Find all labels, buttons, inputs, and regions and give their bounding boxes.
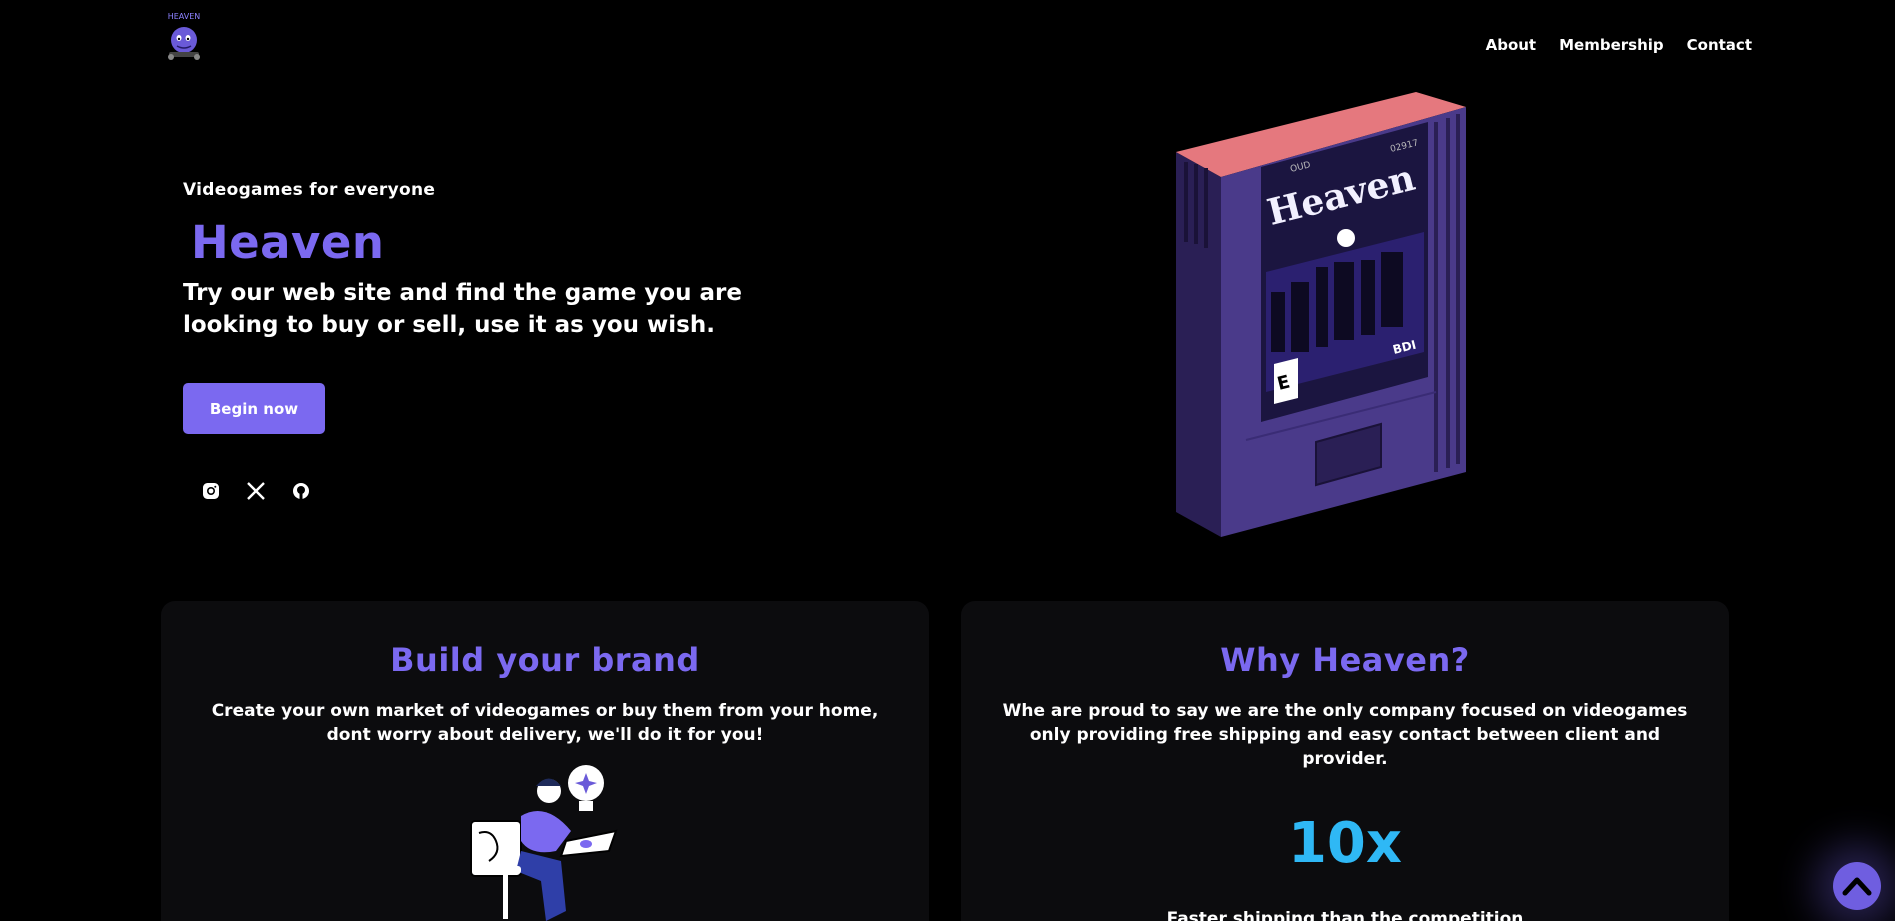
person-laptop-illustration	[470, 765, 618, 921]
build-brand-card: Build your brand Create your own market …	[161, 601, 929, 921]
x-icon[interactable]	[245, 480, 267, 502]
shipping-stat-value: 10x	[1287, 811, 1403, 876]
instagram-icon[interactable]	[200, 480, 222, 502]
cartridge-illustration: Heaven OUD 02917 E BDI	[1176, 92, 1466, 537]
main-nav: About Membership Contact	[1486, 36, 1752, 54]
begin-now-button[interactable]: Begin now	[183, 383, 325, 434]
why-heaven-card: Why Heaven? Whe are proud to say we are …	[961, 601, 1729, 921]
hero-eyebrow: Videogames for everyone	[183, 180, 436, 200]
nav-membership[interactable]: Membership	[1559, 36, 1664, 54]
chevron-up-icon	[1842, 877, 1872, 896]
build-brand-text: Create your own market of videogames or …	[211, 701, 879, 745]
shipping-stat-caption: Faster shipping than the competition	[1166, 909, 1524, 921]
hero-section: Videogames for everyone Heaven Try our w…	[183, 180, 823, 341]
social-links	[200, 480, 312, 502]
logo-text: HEAVEN	[168, 12, 201, 21]
why-heaven-text: Whe are proud to say we are the only com…	[1002, 701, 1688, 769]
github-icon[interactable]	[290, 480, 312, 502]
nav-about[interactable]: About	[1486, 36, 1537, 54]
nav-contact[interactable]: Contact	[1687, 36, 1752, 54]
build-brand-title: Build your brand	[390, 641, 700, 679]
logo[interactable]: HEAVEN	[157, 10, 211, 64]
scroll-to-top-button[interactable]	[1833, 862, 1881, 910]
why-heaven-title: Why Heaven?	[1220, 641, 1470, 679]
hero-title: Heaven	[191, 216, 385, 269]
hero-subtitle: Try our web site and find the game you a…	[183, 280, 742, 338]
